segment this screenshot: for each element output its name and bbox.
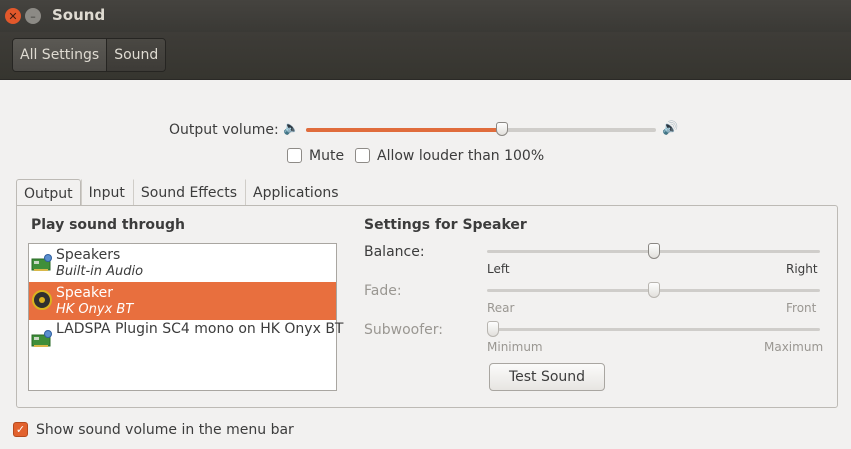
title-bar: ✕ – Sound xyxy=(0,0,851,32)
device-name: Speaker xyxy=(56,285,113,301)
subwoofer-thumb xyxy=(487,321,499,337)
device-item-speakers[interactable]: Speakers Built-in Audio xyxy=(29,244,336,282)
toolbar: All Settings Sound xyxy=(0,32,851,80)
checkmark-icon: ✓ xyxy=(15,423,26,436)
mute-checkbox[interactable] xyxy=(287,148,302,163)
play-sound-through-heading: Play sound through xyxy=(31,217,185,233)
minimize-icon: – xyxy=(30,9,36,23)
balance-left-label: Left xyxy=(487,262,510,276)
subwoofer-slider xyxy=(487,328,820,331)
mute-label: Mute xyxy=(309,148,345,164)
settings-heading: Settings for Speaker xyxy=(364,217,527,233)
device-description: HK Onyx BT xyxy=(56,302,134,317)
sound-card-icon xyxy=(31,330,52,347)
output-volume-thumb[interactable] xyxy=(496,122,508,136)
minimize-window-button[interactable]: – xyxy=(25,8,41,24)
balance-label: Balance: xyxy=(364,244,425,260)
breadcrumb: All Settings Sound xyxy=(12,38,167,72)
all-settings-button[interactable]: All Settings xyxy=(13,39,107,71)
device-item-ladspa-plugin[interactable]: LADSPA Plugin SC4 mono on HK Onyx BT xyxy=(29,320,343,358)
device-list: Speakers Built-in Audio Speaker HK Onyx … xyxy=(28,243,343,391)
show-in-menu-bar-label: Show sound volume in the menu bar xyxy=(36,422,294,438)
tab-input[interactable]: Input xyxy=(80,179,133,206)
test-sound-button[interactable]: Test Sound xyxy=(489,363,605,391)
allow-louder-label: Allow louder than 100% xyxy=(377,148,545,164)
device-description: Built-in Audio xyxy=(56,264,144,279)
output-volume-fill xyxy=(306,128,502,132)
volume-high-icon: 🔊 xyxy=(662,121,679,136)
subwoofer-label: Subwoofer: xyxy=(364,322,443,338)
subwoofer-max-label: Maximum xyxy=(764,340,824,354)
balance-right-label: Right xyxy=(786,262,818,276)
close-window-button[interactable]: ✕ xyxy=(5,8,21,24)
device-name: Speakers xyxy=(56,247,121,263)
close-icon: ✕ xyxy=(8,9,18,23)
speaker-icon xyxy=(32,290,52,310)
tab-bar: Output Input Sound Effects Applications xyxy=(16,179,347,207)
output-volume-label: Output volume: xyxy=(169,122,279,138)
tab-applications[interactable]: Applications xyxy=(245,179,347,206)
tab-output[interactable]: Output xyxy=(16,179,81,207)
window-title: Sound xyxy=(52,6,106,24)
sound-card-icon xyxy=(31,254,52,271)
output-volume-slider[interactable] xyxy=(306,128,656,132)
fade-front-label: Front xyxy=(786,301,817,315)
fade-thumb xyxy=(647,282,660,298)
show-in-menu-bar-checkbox[interactable]: ✓ xyxy=(13,422,28,437)
device-item-speaker-hk-onyx[interactable]: Speaker HK Onyx BT xyxy=(29,282,336,320)
device-name: LADSPA Plugin SC4 mono on HK Onyx BT xyxy=(56,321,344,337)
sound-crumb-button[interactable]: Sound xyxy=(106,39,166,71)
tab-sound-effects[interactable]: Sound Effects xyxy=(132,179,245,206)
fade-label: Fade: xyxy=(364,283,402,299)
allow-louder-checkbox[interactable] xyxy=(355,148,370,163)
balance-thumb[interactable] xyxy=(647,243,660,259)
volume-low-icon: 🔈 xyxy=(283,121,300,136)
subwoofer-min-label: Minimum xyxy=(487,340,543,354)
fade-rear-label: Rear xyxy=(487,301,515,315)
